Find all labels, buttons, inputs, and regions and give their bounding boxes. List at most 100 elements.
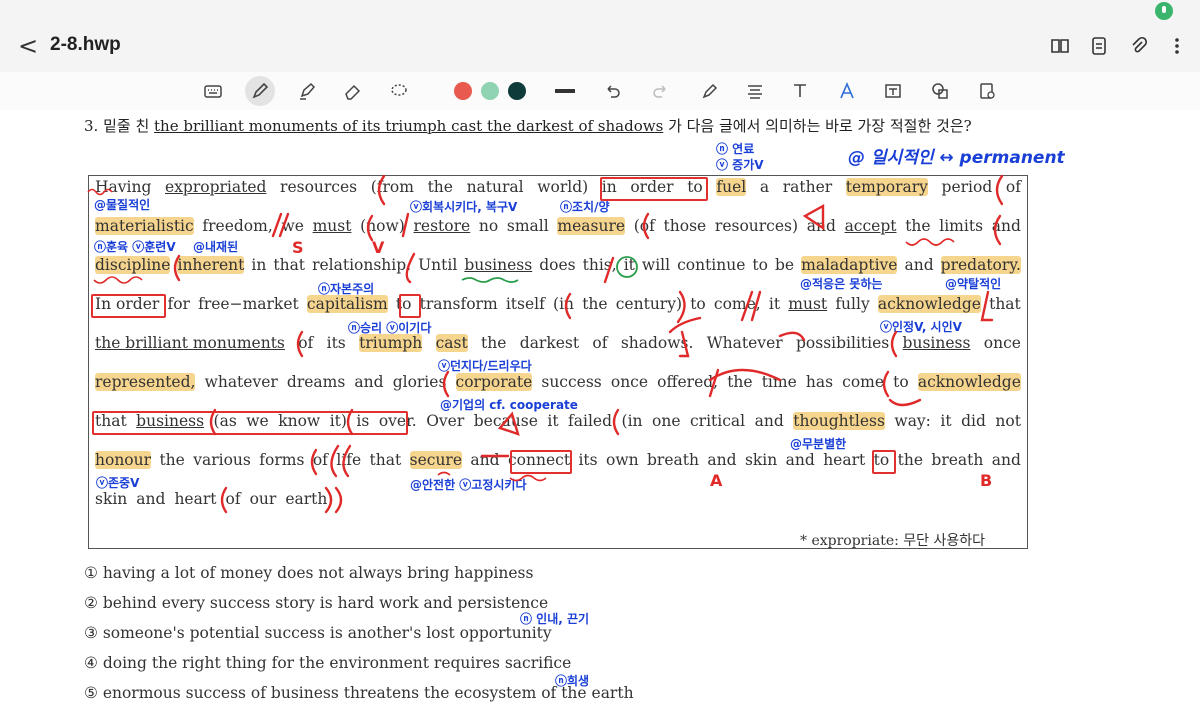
passage-word: inherent xyxy=(177,256,245,274)
passage-word: of xyxy=(1005,178,1021,196)
back-button[interactable]: < xyxy=(18,34,40,58)
passage-word: and xyxy=(354,373,384,391)
box-in-order-to xyxy=(600,177,708,201)
text-align-icon[interactable] xyxy=(745,81,765,101)
option-5[interactable]: ⑤ enormous success of business threatens… xyxy=(84,684,634,702)
passage-word: and xyxy=(806,217,836,235)
passage-word: business xyxy=(464,256,533,274)
passage-word: be xyxy=(775,256,795,274)
passage-word: and xyxy=(707,451,737,469)
app-header: < 2-8.hwp xyxy=(0,0,1200,72)
passage-line: discipline inherent in that relationship. Unt… xyxy=(95,256,1021,274)
font-style-icon[interactable] xyxy=(837,81,857,101)
pen-settings-icon[interactable] xyxy=(700,81,720,101)
undo-icon[interactable] xyxy=(603,81,623,101)
passage-word: to xyxy=(893,373,909,391)
passage-word: its xyxy=(326,334,346,352)
passage-word: Whatever xyxy=(706,334,783,352)
option-2-text: ② behind every success story is hard wor… xyxy=(84,594,549,612)
passage-word: and xyxy=(470,451,500,469)
passage-word: forms xyxy=(259,451,305,469)
passage-word: the xyxy=(905,217,931,235)
passage-word: the xyxy=(159,451,185,469)
passage-word: freedom, xyxy=(202,217,273,235)
passage-word: and xyxy=(991,451,1021,469)
passage-line: materialistic freedom, we must (now) restore n… xyxy=(95,217,1021,235)
option-4[interactable]: ④ doing the right thing for the environm… xyxy=(84,654,571,672)
shapes-icon[interactable] xyxy=(930,81,950,101)
passage-word: this, xyxy=(582,256,617,274)
passage-line: In order for free−market capitalism to transf… xyxy=(95,295,1021,313)
passage-word: in xyxy=(251,256,267,274)
passage-word: heart xyxy=(174,490,217,508)
insert-page-icon[interactable] xyxy=(977,81,997,101)
passage-word: corporate xyxy=(455,373,533,391)
lasso-icon[interactable] xyxy=(389,81,409,101)
passage-word: that xyxy=(989,295,1021,313)
passage-word: earth) xyxy=(285,490,334,508)
box-to xyxy=(399,294,421,318)
color-mint-swatch[interactable] xyxy=(481,82,499,100)
color-dark-swatch[interactable] xyxy=(508,82,526,100)
passage-word: come xyxy=(842,373,885,391)
question-prefix: 3. 밑줄 친 xyxy=(84,117,150,135)
passage-word: it xyxy=(547,412,559,430)
book-view-icon[interactable] xyxy=(1050,36,1070,56)
passage-word: Having xyxy=(95,178,152,196)
note-honour: ⓥ존중V xyxy=(96,476,140,490)
color-red-swatch[interactable] xyxy=(454,82,472,100)
passage-word: shadows. xyxy=(620,334,694,352)
passage-word: and xyxy=(904,256,934,274)
text-tool-icon[interactable] xyxy=(790,81,810,101)
box-to-2 xyxy=(872,450,896,474)
text-box-icon[interactable] xyxy=(883,81,903,101)
passage-word: various xyxy=(193,451,251,469)
passage-word: the xyxy=(727,373,753,391)
passage-word: Over xyxy=(426,412,465,430)
passage-line: represented, whatever dreams and glories corp… xyxy=(95,373,1021,391)
pen-icon xyxy=(252,82,269,99)
passage-word: it xyxy=(623,256,635,274)
drawing-toolbar xyxy=(0,72,1200,111)
option-1[interactable]: ① having a lot of money does not always … xyxy=(84,564,533,582)
option-3[interactable]: ③ someone's potential success is another… xyxy=(84,624,552,642)
passage-word: accept xyxy=(844,217,897,235)
passage-word: to xyxy=(690,295,706,313)
passage-word: and xyxy=(136,490,166,508)
note-materialistic: @물질적인 xyxy=(94,198,151,212)
passage-word: it xyxy=(768,295,781,313)
passage-word: we xyxy=(281,217,304,235)
passage-word: (of xyxy=(633,217,655,235)
passage-word: life xyxy=(336,451,362,469)
note-maladaptive: @적응은 못하는 xyxy=(800,277,883,291)
eraser-icon[interactable] xyxy=(342,81,362,101)
passage-word: that xyxy=(273,256,306,274)
passage-word: offered, xyxy=(657,373,719,391)
more-options-icon[interactable] xyxy=(1167,36,1187,56)
note-thoughtless: @무분별한 xyxy=(790,437,847,451)
passage-word: for xyxy=(167,295,190,313)
document-icon[interactable] xyxy=(1089,36,1109,56)
passage-word: period xyxy=(941,178,993,196)
note-triumph: ⓝ승리 ⓥ이기다 xyxy=(348,321,432,335)
pen-tool-button[interactable] xyxy=(245,76,275,106)
passage-word: measure xyxy=(557,217,626,235)
passage-word: once xyxy=(610,373,649,391)
mark-b: B xyxy=(980,471,993,490)
note-inherent: @내재된 xyxy=(193,240,239,254)
passage-word: itself xyxy=(505,295,545,313)
passage-word: has xyxy=(805,373,834,391)
passage-word: of xyxy=(592,334,608,352)
passage-word: discipline xyxy=(95,256,171,274)
keyboard-icon[interactable] xyxy=(203,81,223,101)
passage-word: small xyxy=(506,217,549,235)
note-sacrifice: ⓝ희생 xyxy=(555,674,590,688)
redo-icon[interactable] xyxy=(650,81,670,101)
highlighter-icon[interactable] xyxy=(297,81,317,101)
stroke-width-icon[interactable] xyxy=(555,81,575,101)
passage-word: way: xyxy=(894,412,931,430)
passage-word: glories xyxy=(392,373,447,391)
option-2[interactable]: ② behind every success story is hard wor… xyxy=(84,594,548,612)
attach-icon[interactable] xyxy=(1128,36,1148,56)
passage-word: predatory. xyxy=(940,256,1021,274)
